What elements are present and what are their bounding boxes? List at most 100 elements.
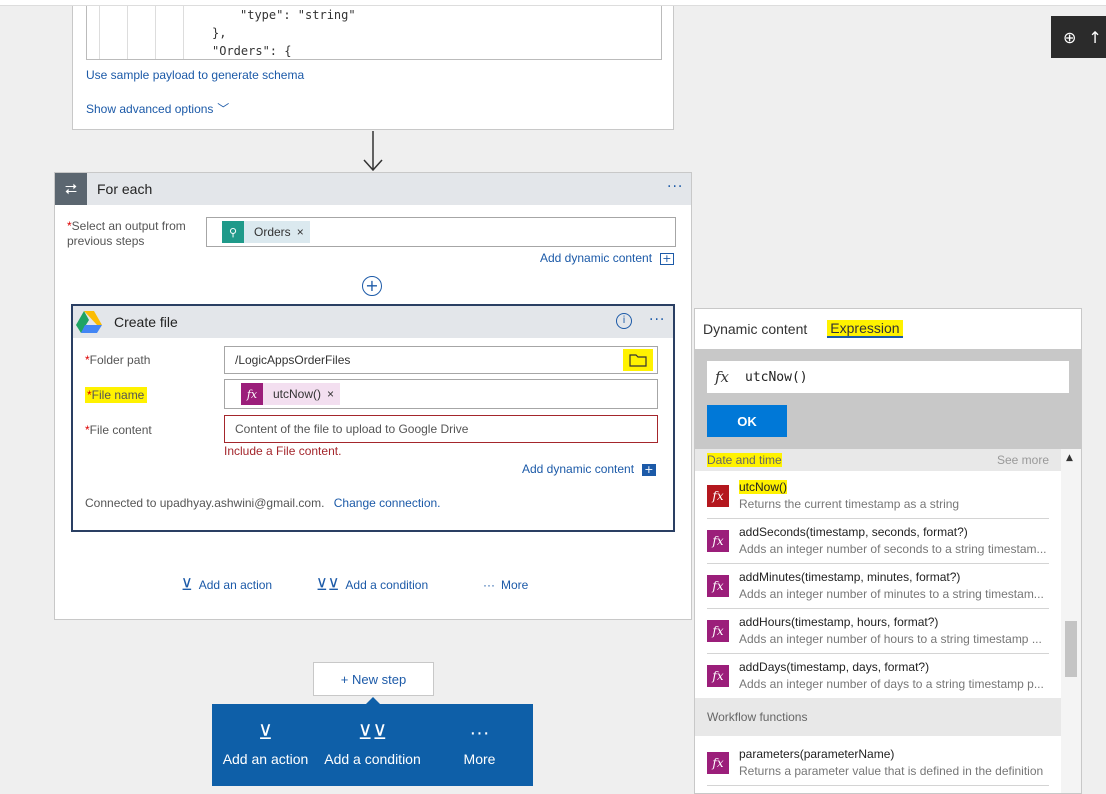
see-more-link[interactable]: See more (997, 453, 1049, 467)
function-item[interactable]: fx parameters(parameterName) Returns a p… (707, 742, 1049, 786)
file-content-input[interactable]: Content of the file to upload to Google … (224, 415, 658, 443)
add-an-action-button[interactable]: ⊻ Add an action (212, 704, 319, 786)
add-a-condition-button[interactable]: ⊻⊻ Add a condition (319, 704, 426, 786)
function-icon: fx (707, 752, 729, 774)
inner-more-button[interactable]: ··· More (483, 578, 528, 592)
function-item[interactable]: fx utcNow() Returns the current timestam… (707, 475, 1049, 519)
scroll-thumb[interactable] (1065, 621, 1077, 677)
google-drive-icon (73, 307, 105, 337)
zoom-other-icon[interactable]: ↑ (1088, 28, 1101, 47)
request-schema-card: "type": "string" }, "Orders": { Use samp… (72, 6, 674, 130)
advanced-options-toggle[interactable]: Show advanced options ﹀ (86, 100, 229, 117)
folder-path-value: /LogicAppsOrderFiles (235, 353, 351, 367)
function-icon: fx (707, 665, 729, 687)
section-workflow-functions: Workflow functions (695, 698, 1061, 736)
function-description: Returns the current timestamp as a strin… (739, 497, 960, 511)
function-item[interactable]: fx addMinutes(timestamp, minutes, format… (707, 565, 1049, 609)
expression-area: fx utcNow() OK (695, 349, 1081, 449)
connected-text: Connected to upadhyay.ashwini@gmail.com. (85, 496, 325, 510)
add-action-icon: ⊻ (181, 577, 193, 594)
scroll-up-icon[interactable]: ▲ (1066, 453, 1073, 463)
select-output-label: *Select an output from previous steps (67, 219, 186, 248)
create-file-title: Create file (114, 314, 178, 330)
add-action-label: Add an action (222, 751, 309, 767)
folder-path-label: *Folder path (85, 353, 151, 367)
add-condition-icon: ⊻⊻ (357, 722, 388, 744)
function-description: Adds an integer number of seconds to a s… (739, 542, 1047, 556)
sample-payload-link[interactable]: Use sample payload to generate schema (86, 68, 304, 82)
file-content-error: Include a File content. (224, 444, 342, 458)
chevron-down-icon: ﹀ (217, 102, 230, 116)
utcnow-token[interactable]: fx utcNow() × (241, 383, 341, 405)
file-name-input[interactable]: fx utcNow() × (224, 379, 658, 409)
info-icon[interactable]: i (616, 313, 632, 329)
create-file-card: Create file i ··· *Folder path /LogicApp… (71, 304, 675, 532)
section-workflow-label: Workflow functions (707, 710, 808, 724)
remove-token-icon[interactable]: × (327, 387, 340, 401)
add-dynamic-content-link[interactable]: Add dynamic content + (522, 462, 656, 476)
new-step-button[interactable]: + New step (313, 662, 434, 696)
inner-add-action-button[interactable]: ⊻ Add an action (181, 575, 272, 595)
folder-path-input[interactable]: /LogicAppsOrderFiles (224, 346, 658, 374)
more-button[interactable]: ··· More (426, 704, 533, 786)
file-name-label: *File name (85, 387, 148, 403)
select-output-input[interactable]: ⚲ Orders × (206, 217, 676, 247)
for-each-header[interactable]: ⮂ For each (55, 173, 691, 205)
zoom-in-icon[interactable]: ⊕ (1063, 28, 1076, 47)
section-date-label: Date and time (707, 453, 782, 467)
function-description: Adds an integer number of days to a stri… (739, 677, 1044, 691)
function-item[interactable]: fx addDays(timestamp, days, format?) Add… (707, 655, 1049, 699)
function-item[interactable]: fx addSeconds(timestamp, seconds, format… (707, 520, 1049, 564)
create-file-header[interactable]: Create file (73, 306, 673, 338)
add-dynamic-content-label[interactable]: Add dynamic content (522, 462, 634, 476)
panel-tabs: Dynamic content Expression (695, 309, 1081, 349)
remove-token-icon[interactable]: × (297, 225, 310, 239)
orders-token[interactable]: ⚲ Orders × (222, 221, 310, 243)
add-condition-label: Add a condition (345, 578, 429, 592)
function-name: addDays(timestamp, days, format?) (739, 660, 930, 674)
function-description: Adds an integer number of minutes to a s… (739, 587, 1044, 601)
dynamic-content-panel: Dynamic content Expression fx utcNow() O… (694, 308, 1082, 794)
tab-dynamic-content[interactable]: Dynamic content (703, 321, 807, 337)
folder-picker-icon[interactable] (623, 349, 653, 371)
loop-icon: ⮂ (55, 173, 87, 205)
file-content-placeholder: Content of the file to upload to Google … (235, 422, 469, 436)
more-icon: ··· (483, 578, 495, 592)
file-content-label: *File content (85, 423, 152, 437)
code-line: }, (212, 26, 227, 40)
insert-step-icon[interactable]: + (362, 276, 382, 296)
for-each-menu-icon[interactable]: ··· (667, 179, 683, 195)
function-icon: fx (715, 368, 730, 386)
inner-add-condition-button[interactable]: ⊻⊻ Add a condition (316, 575, 428, 595)
expression-value: utcNow() (745, 369, 808, 385)
tab-expression[interactable]: Expression (827, 320, 903, 338)
advanced-options-link[interactable]: Show advanced options (86, 102, 213, 116)
expression-input[interactable]: fx utcNow() (707, 361, 1069, 393)
function-item[interactable]: fx addHours(timestamp, hours, format?) A… (707, 610, 1049, 654)
more-icon: ··· (469, 722, 490, 744)
add-dynamic-content-icon: + (641, 463, 656, 476)
code-line: "Orders": { (212, 44, 292, 58)
change-connection-link[interactable]: Change connection. (334, 496, 441, 510)
create-file-menu-icon[interactable]: ··· (649, 312, 665, 328)
code-line: "type": "string" (240, 8, 356, 22)
add-dynamic-content-link[interactable]: Add dynamic content + (540, 251, 674, 265)
add-dynamic-content-label[interactable]: Add dynamic content (540, 251, 652, 265)
add-condition-label: Add a condition (324, 751, 421, 767)
zoom-control[interactable]: ⊕ ↑ (1051, 16, 1106, 58)
function-icon: fx (707, 575, 729, 597)
function-description: Adds an integer number of hours to a str… (739, 632, 1042, 646)
function-name: addMinutes(timestamp, minutes, format?) (739, 570, 961, 584)
function-icon: fx (707, 485, 729, 507)
add-condition-icon: ⊻⊻ (316, 577, 340, 594)
orders-token-label: Orders (254, 225, 291, 239)
schema-editor[interactable]: "type": "string" }, "Orders": { (86, 6, 662, 60)
section-date-and-time: Date and time See more (695, 449, 1061, 471)
more-label: More (501, 578, 529, 592)
request-trigger-icon: ⚲ (222, 221, 244, 243)
panel-scrollbar[interactable]: ▲ (1061, 449, 1081, 793)
ok-button[interactable]: OK (707, 405, 787, 437)
for-each-title: For each (97, 181, 153, 197)
function-name: parameters(parameterName) (739, 747, 895, 761)
function-name: addHours(timestamp, hours, format?) (739, 615, 939, 629)
